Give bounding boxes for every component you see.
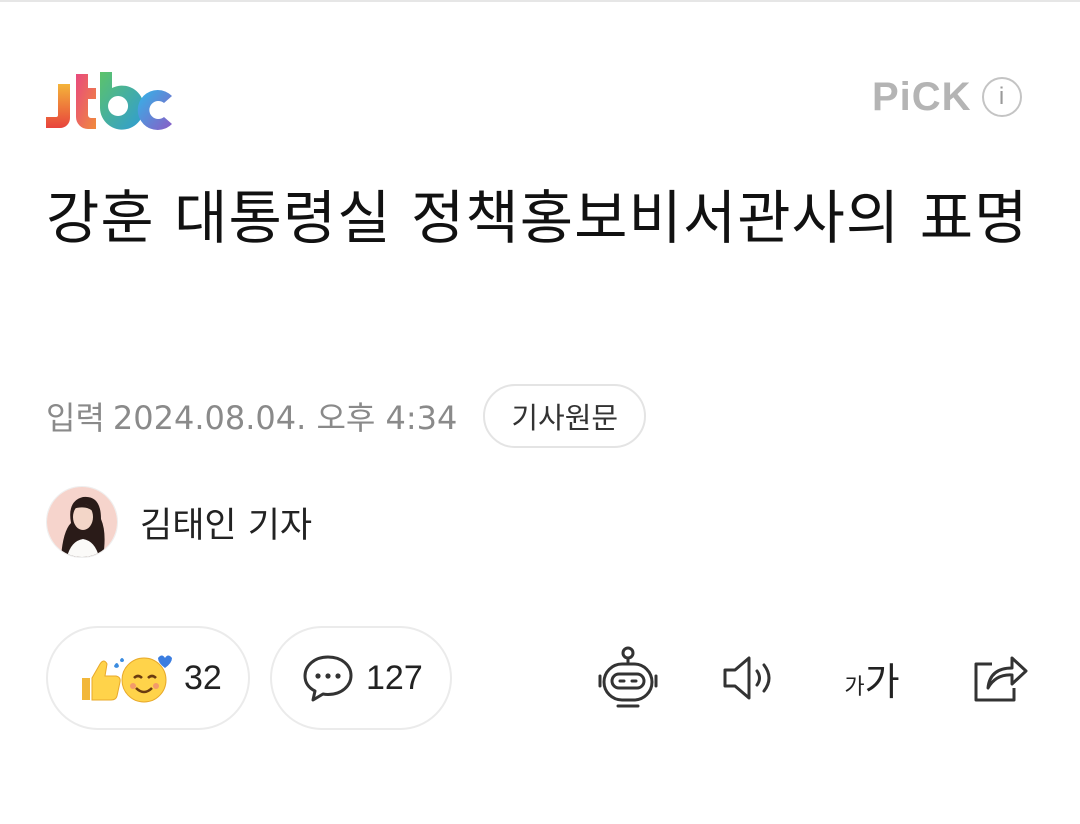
info-icon[interactable]: i — [981, 77, 1022, 117]
top-divider — [0, 0, 1080, 2]
speaker-icon — [723, 656, 771, 700]
comment-count: 127 — [366, 658, 423, 697]
font-large-icon: 가 — [864, 659, 900, 704]
reaction-count: 32 — [184, 658, 222, 697]
jtbc-logo-icon — [46, 72, 172, 130]
original-article-button[interactable]: 기사원문 — [483, 384, 647, 448]
share-icon — [974, 656, 1028, 702]
article-datetime: 2024.08.04. 오후 4:34 — [112, 399, 458, 437]
article-title: 강훈 대통령실 정책홍보비서관사의 표명 — [46, 184, 1029, 252]
author-name: 김태인 기자 — [140, 505, 313, 546]
reaction-button[interactable]: 32 — [46, 626, 250, 730]
pick-badge[interactable]: PiCK i — [872, 74, 1022, 120]
summary-bot-button[interactable] — [592, 640, 664, 716]
comment-button[interactable]: 127 — [270, 626, 452, 730]
text-to-speech-button[interactable] — [714, 640, 784, 716]
jtbc-logo[interactable] — [44, 70, 174, 132]
reporter-avatar[interactable] — [46, 486, 118, 558]
font-size-button[interactable]: 가 가 — [834, 640, 910, 716]
author-row[interactable]: 김태인 기자 — [46, 486, 313, 558]
avatar-image — [47, 487, 117, 557]
font-small-icon: 가 — [844, 675, 865, 700]
article-meta: 입력 2024.08.04. 오후 4:34 기사원문 — [46, 384, 647, 448]
share-button[interactable] — [966, 640, 1032, 716]
comment-icon — [303, 655, 353, 702]
reaction-emoji-icon — [82, 655, 172, 703]
input-label: 입력 — [46, 399, 105, 437]
pick-label: PiCK — [872, 74, 972, 119]
robot-icon — [598, 646, 658, 708]
